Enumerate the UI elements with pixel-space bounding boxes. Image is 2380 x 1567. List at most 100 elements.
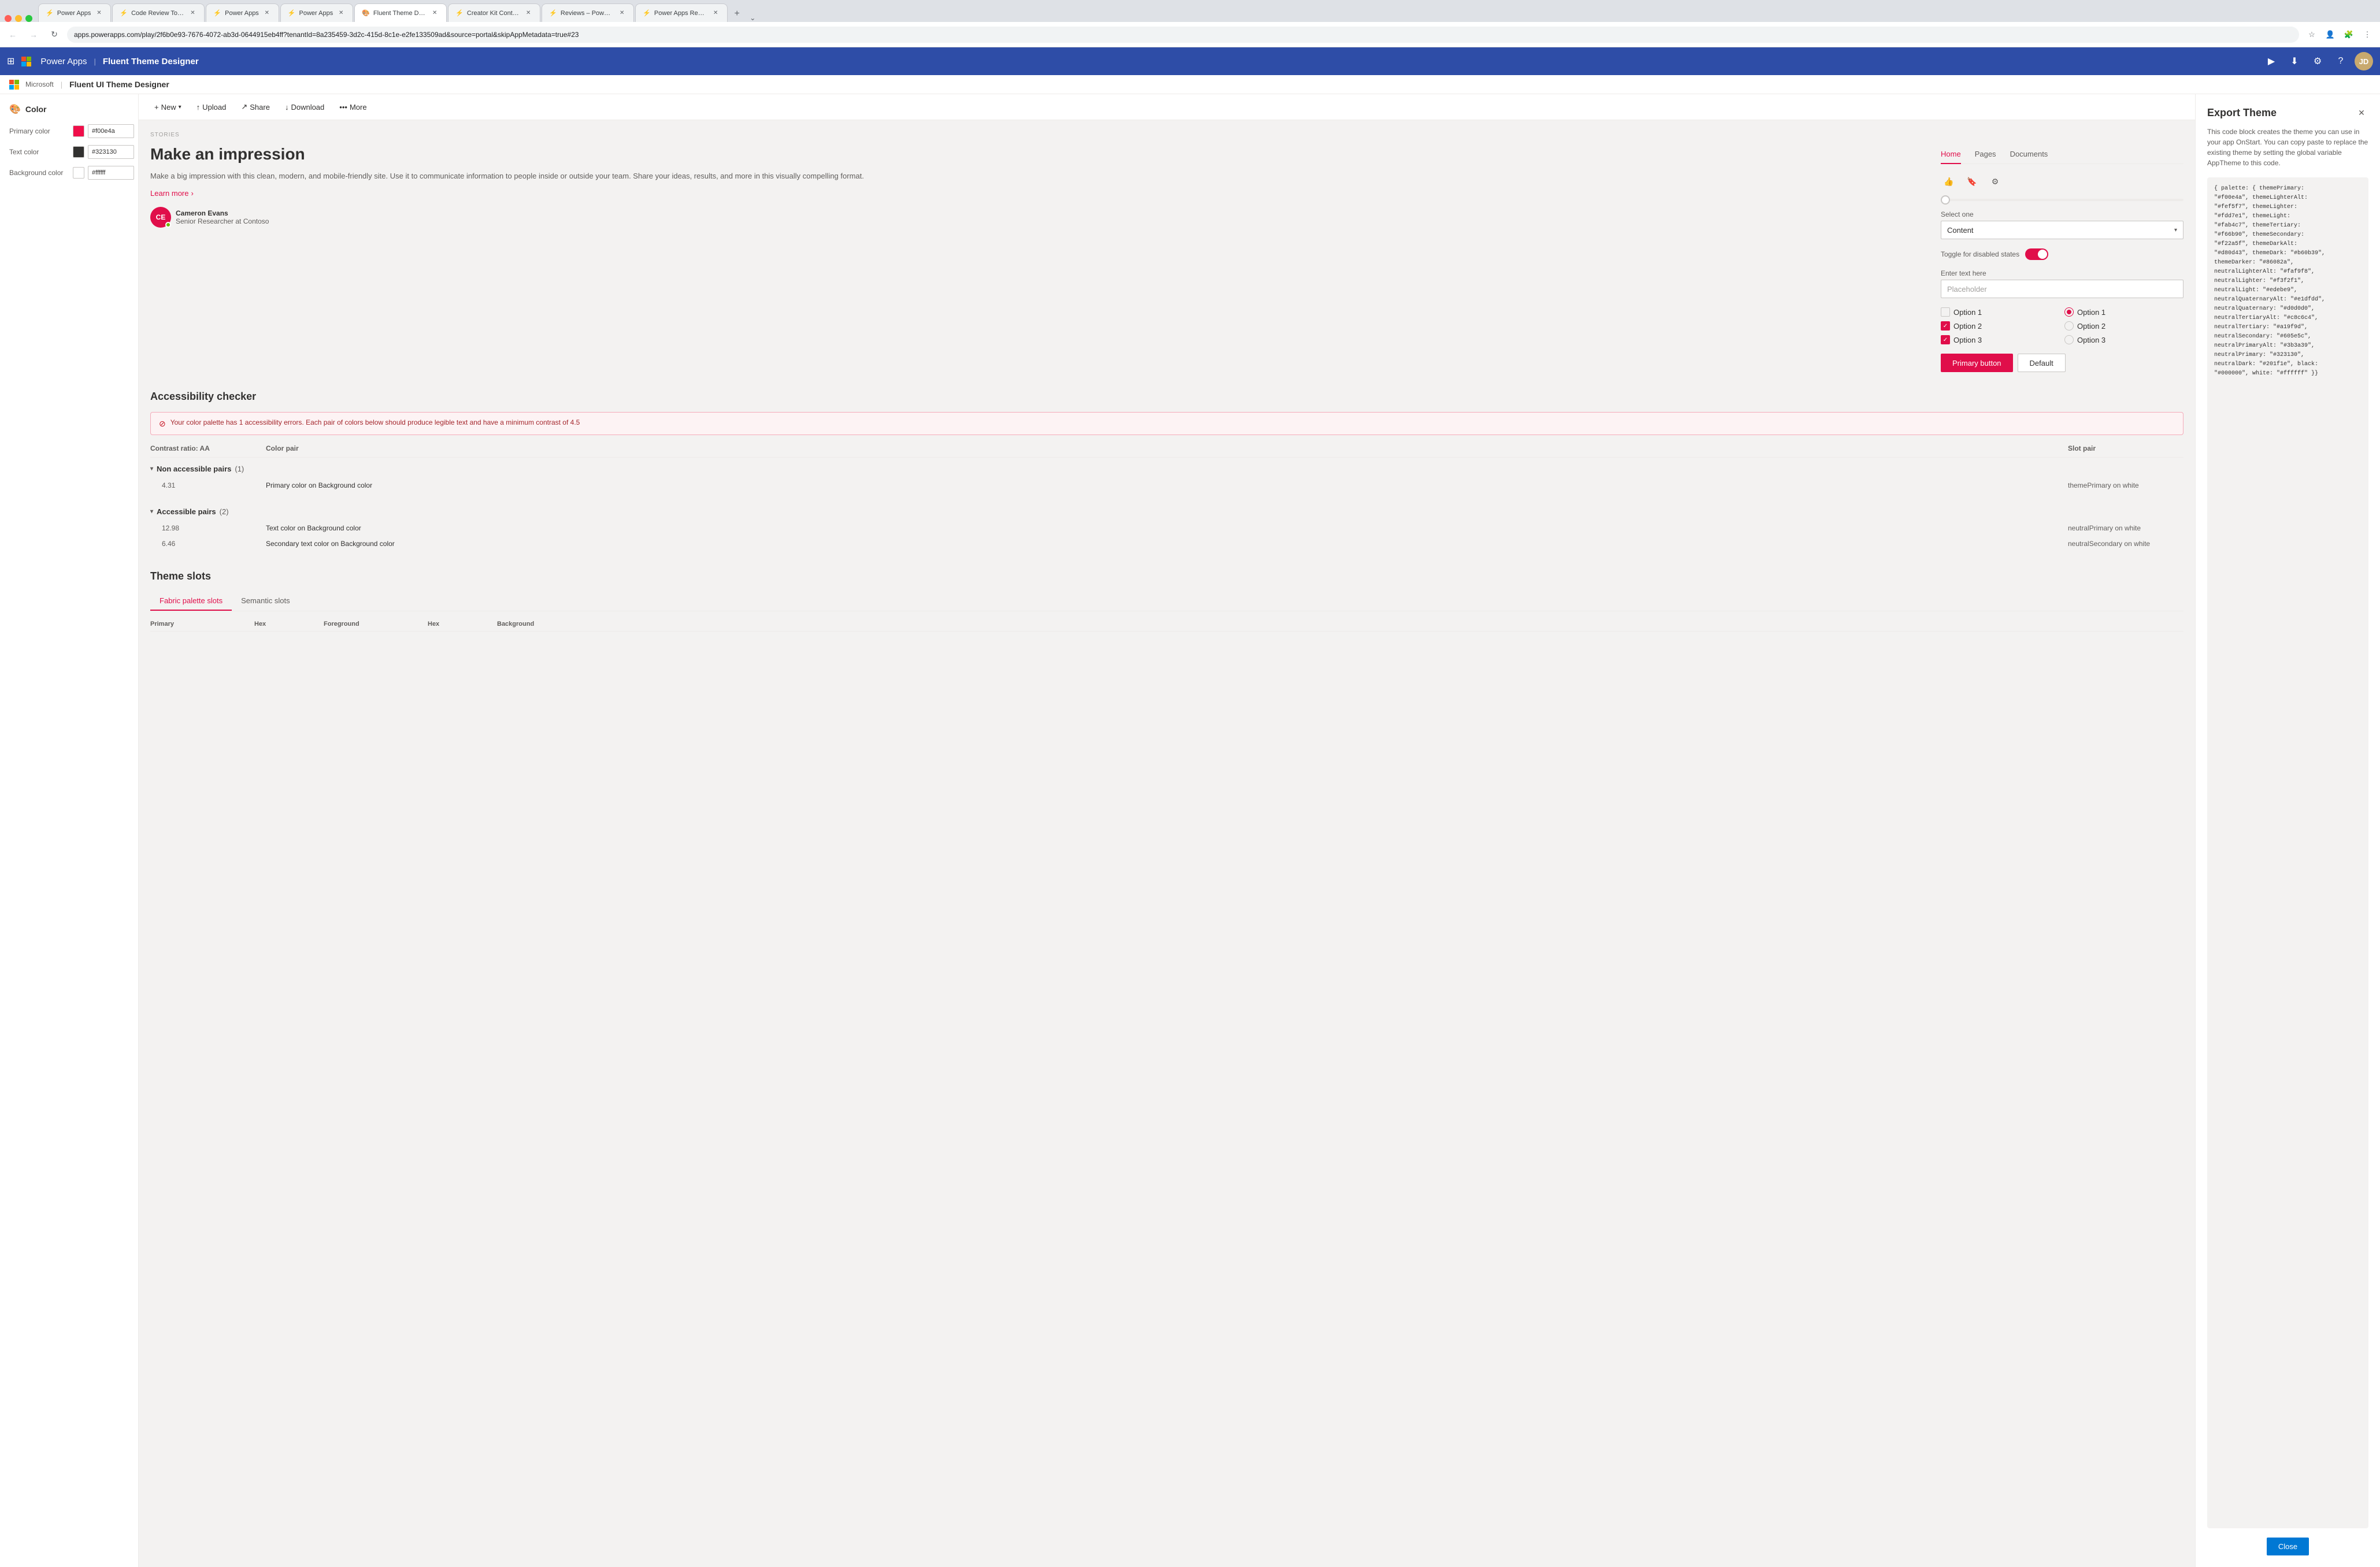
text-input-field[interactable]: Placeholder <box>1941 280 2183 298</box>
more-button[interactable]: ••• More <box>333 99 373 115</box>
export-code-block[interactable]: { palette: { themePrimary: "#f00e4a", th… <box>2207 177 2368 1528</box>
option-radio-2[interactable]: Option 2 <box>2064 321 2183 331</box>
text-color-swatch[interactable] <box>73 146 84 158</box>
tab-6-close[interactable]: ✕ <box>524 9 533 18</box>
background-color-swatch[interactable] <box>73 167 84 179</box>
text-color-input[interactable] <box>88 145 134 159</box>
background-color-input[interactable] <box>88 166 134 180</box>
share-button[interactable]: ↗ Share <box>235 99 276 115</box>
chevron-down-icon: ▾ <box>179 104 181 110</box>
checkbox-3[interactable]: ✓ <box>1941 335 1950 344</box>
slider-thumb[interactable] <box>1941 195 1950 205</box>
tab-7-close[interactable]: ✕ <box>617 9 626 18</box>
bookmark-icon[interactable]: ☆ <box>2304 27 2320 43</box>
close-window-btn[interactable] <box>5 15 12 22</box>
upload-button[interactable]: ↑ Upload <box>190 99 233 115</box>
option-radio-3[interactable]: Option 3 <box>2064 335 2183 344</box>
primary-color-swatch[interactable] <box>73 125 84 137</box>
toggle-knob <box>2038 250 2047 259</box>
user-avatar[interactable]: JD <box>2355 52 2373 70</box>
slots-col-primary: Primary <box>150 621 254 627</box>
tab-overflow-menu[interactable]: ⌄ <box>746 14 759 22</box>
tab-5[interactable]: 🎨 Fluent Theme Designer -... ✕ <box>354 3 447 22</box>
tab-4[interactable]: ⚡ Power Apps ✕ <box>280 3 353 22</box>
tab-7[interactable]: ⚡ Reviews – Power Apps ✕ <box>542 3 634 22</box>
tab-8[interactable]: ⚡ Power Apps Review Tool -... ✕ <box>635 3 728 22</box>
tab-1-close[interactable]: ✕ <box>94 9 103 18</box>
export-panel-close-icon[interactable]: ✕ <box>2355 106 2368 120</box>
back-button[interactable]: ← <box>5 27 21 43</box>
option-checkbox-3[interactable]: ✓ Option 3 <box>1941 335 2060 344</box>
tab-1[interactable]: ⚡ Power Apps ✕ <box>38 3 111 22</box>
checkbox-1[interactable] <box>1941 307 1950 317</box>
tab-2[interactable]: ⚡ Code Review Tool Experim... ✕ <box>112 3 205 22</box>
address-input[interactable]: apps.powerapps.com/play/2f6b0e93-7676-40… <box>67 27 2299 43</box>
accessible-group: ▾ Accessible pairs (2) 12.98 Text color … <box>150 503 2183 552</box>
settings-canvas-icon[interactable]: ⚙ <box>1987 173 2003 190</box>
tab-3-title: Power Apps <box>225 10 259 17</box>
color-panel-header: 🎨 Color <box>9 103 129 115</box>
avatar-name: Cameron Evans <box>176 209 269 217</box>
profile-icon[interactable]: 👤 <box>2322 27 2338 43</box>
pivot-pages[interactable]: Pages <box>1975 145 1996 164</box>
toggle-control[interactable] <box>2025 248 2048 260</box>
default-button[interactable]: Default <box>2018 354 2066 372</box>
tab-3[interactable]: ⚡ Power Apps ✕ <box>206 3 279 22</box>
accessible-header[interactable]: ▾ Accessible pairs (2) <box>150 503 2183 521</box>
theme-slots-title: Theme slots <box>150 570 2183 582</box>
waffle-menu-icon[interactable]: ⊞ <box>7 55 14 67</box>
select-dropdown[interactable]: Content ▾ <box>1941 221 2183 239</box>
maximize-window-btn[interactable] <box>25 15 32 22</box>
slot-pair-header: Slot pair <box>2068 444 2183 452</box>
minimize-window-btn[interactable] <box>15 15 22 22</box>
help-icon[interactable]: ? <box>2331 52 2350 70</box>
pivot-documents[interactable]: Documents <box>2010 145 2048 164</box>
bookmark-canvas-icon[interactable]: 🔖 <box>1964 173 1980 190</box>
tab-5-favicon: 🎨 <box>362 9 370 17</box>
tab-6[interactable]: ⚡ Creator Kit Control Refere... ✕ <box>448 3 540 22</box>
tab-5-close[interactable]: ✕ <box>430 9 439 18</box>
tab-4-close[interactable]: ✕ <box>336 9 346 18</box>
tab-3-close[interactable]: ✕ <box>262 9 272 18</box>
present-icon[interactable]: ▶ <box>2262 52 2281 70</box>
toggle-row: Toggle for disabled states <box>1941 248 2183 260</box>
tab-2-close[interactable]: ✕ <box>188 9 197 18</box>
app-logo: Microsoft | Fluent UI Theme Designer <box>9 80 169 89</box>
settings-icon[interactable]: ⚙ <box>2308 52 2327 70</box>
tab-8-close[interactable]: ✕ <box>711 9 720 18</box>
primary-color-input[interactable] <box>88 124 134 138</box>
option-checkbox-1[interactable]: Option 1 <box>1941 307 2060 317</box>
extensions-icon[interactable]: 🧩 <box>2341 27 2357 43</box>
primary-button[interactable]: Primary button <box>1941 354 2013 372</box>
radio-option-3-label: Option 3 <box>2077 336 2105 344</box>
download-icon: ↓ <box>285 103 289 112</box>
pivot-nav: Home Pages Documents <box>1941 145 2183 164</box>
learn-more-link[interactable]: Learn more › <box>150 189 1929 198</box>
new-tab-button[interactable]: + <box>729 6 745 22</box>
top-navigation: ⊞ Power Apps | Fluent Theme Designer ▶ ⬇… <box>0 47 2380 75</box>
download-button[interactable]: ↓ Download <box>279 99 331 115</box>
checkbox-2[interactable]: ✓ <box>1941 321 1950 331</box>
thumbs-up-icon[interactable]: 👍 <box>1941 173 1957 190</box>
option-checkbox-2[interactable]: ✓ Option 2 <box>1941 321 2060 331</box>
new-button[interactable]: + New ▾ <box>148 99 188 115</box>
accessibility-title: Accessibility checker <box>150 391 2183 403</box>
color-pair-3: Secondary text color on Background color <box>266 540 2068 548</box>
browser-menu-icon[interactable]: ⋮ <box>2359 27 2375 43</box>
header-separator: | <box>61 80 62 89</box>
option-radio-1[interactable]: Option 1 <box>2064 307 2183 317</box>
reload-button[interactable]: ↻ <box>46 27 62 43</box>
radio-1[interactable] <box>2064 307 2074 317</box>
nav-right-actions: ▶ ⬇ ⚙ ? JD <box>2262 52 2373 70</box>
non-accessible-header[interactable]: ▾ Non accessible pairs (1) <box>150 460 2183 478</box>
semantic-slots-tab[interactable]: Semantic slots <box>232 592 299 611</box>
slider-track[interactable] <box>1941 199 2183 201</box>
download-nav-icon[interactable]: ⬇ <box>2285 52 2304 70</box>
close-panel-button[interactable]: Close <box>2267 1538 2309 1555</box>
pivot-home[interactable]: Home <box>1941 145 1961 164</box>
forward-button[interactable]: → <box>25 27 42 43</box>
story-layout: Make an impression Make a big impression… <box>150 145 2183 372</box>
fabric-palette-tab[interactable]: Fabric palette slots <box>150 592 232 611</box>
radio-2[interactable] <box>2064 321 2074 331</box>
radio-3[interactable] <box>2064 335 2074 344</box>
